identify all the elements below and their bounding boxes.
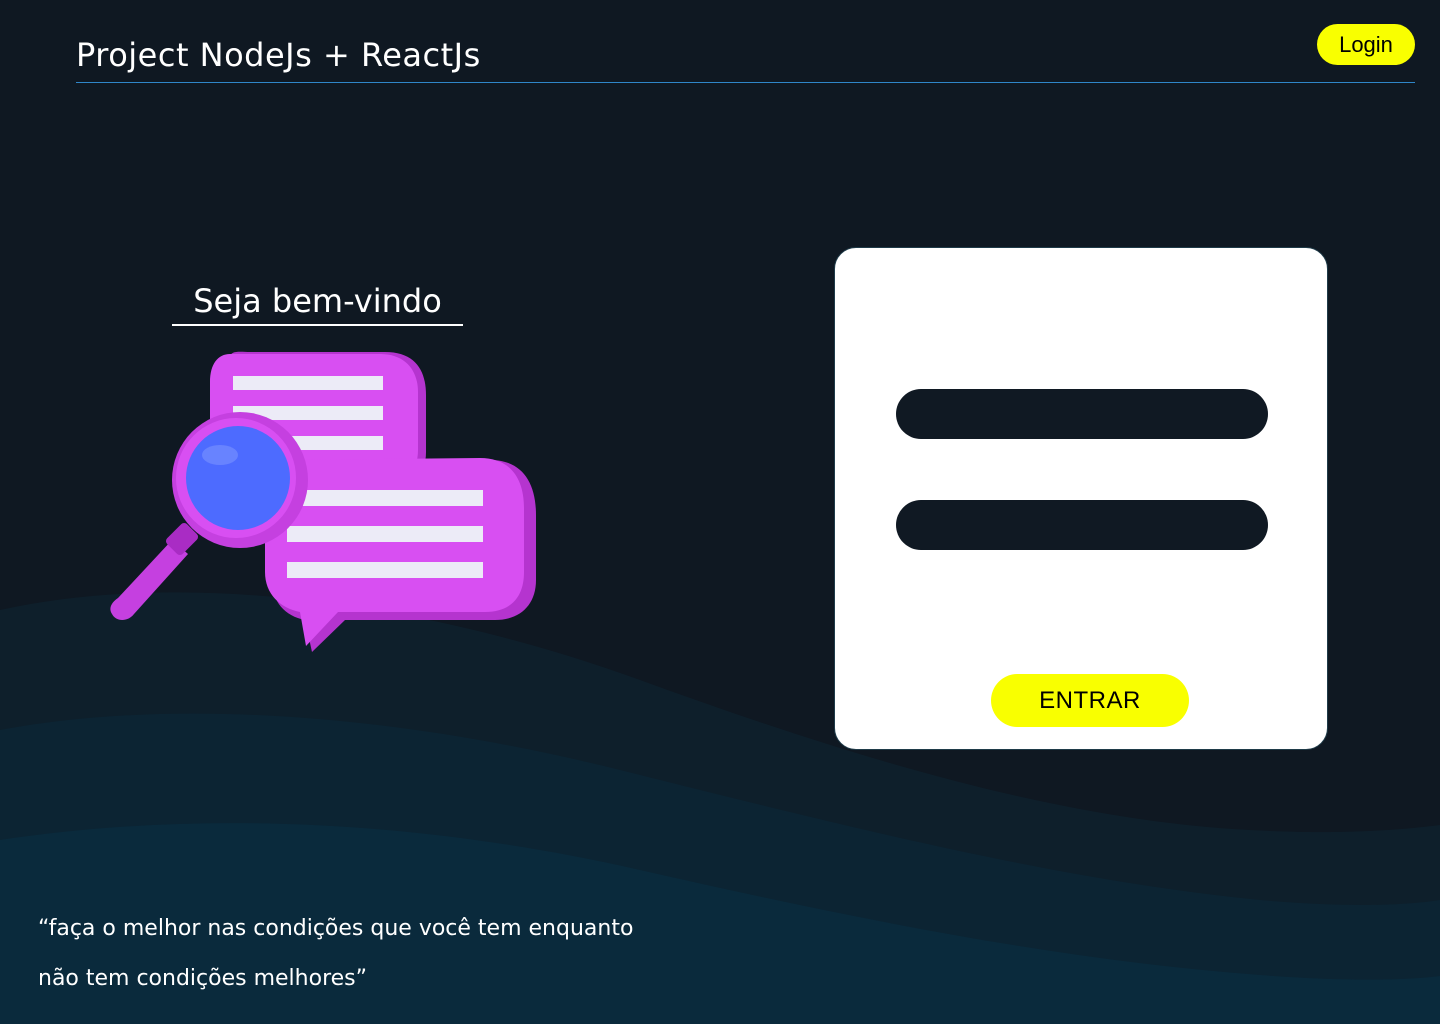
password-field[interactable]: [896, 500, 1268, 550]
login-button[interactable]: Login: [1317, 24, 1415, 65]
login-card: ENTRAR: [834, 247, 1328, 750]
app-title: Project NodeJs + ReactJs: [76, 36, 481, 74]
chat-bubbles-search-icon: [110, 351, 536, 652]
submit-button[interactable]: ENTRAR: [991, 674, 1189, 727]
email-field[interactable]: [896, 389, 1268, 439]
welcome-heading: Seja bem-vindo: [172, 282, 463, 326]
quote-line: “faça o melhor nas condições que você te…: [38, 916, 634, 941]
header-divider: [76, 82, 1415, 83]
login-page: Project NodeJs + ReactJs Login Seja bem-…: [0, 0, 1440, 1024]
quote-line: não tem condições melhores”: [38, 966, 368, 991]
quote: “faça o melhor nas condições que você te…: [38, 904, 633, 1004]
